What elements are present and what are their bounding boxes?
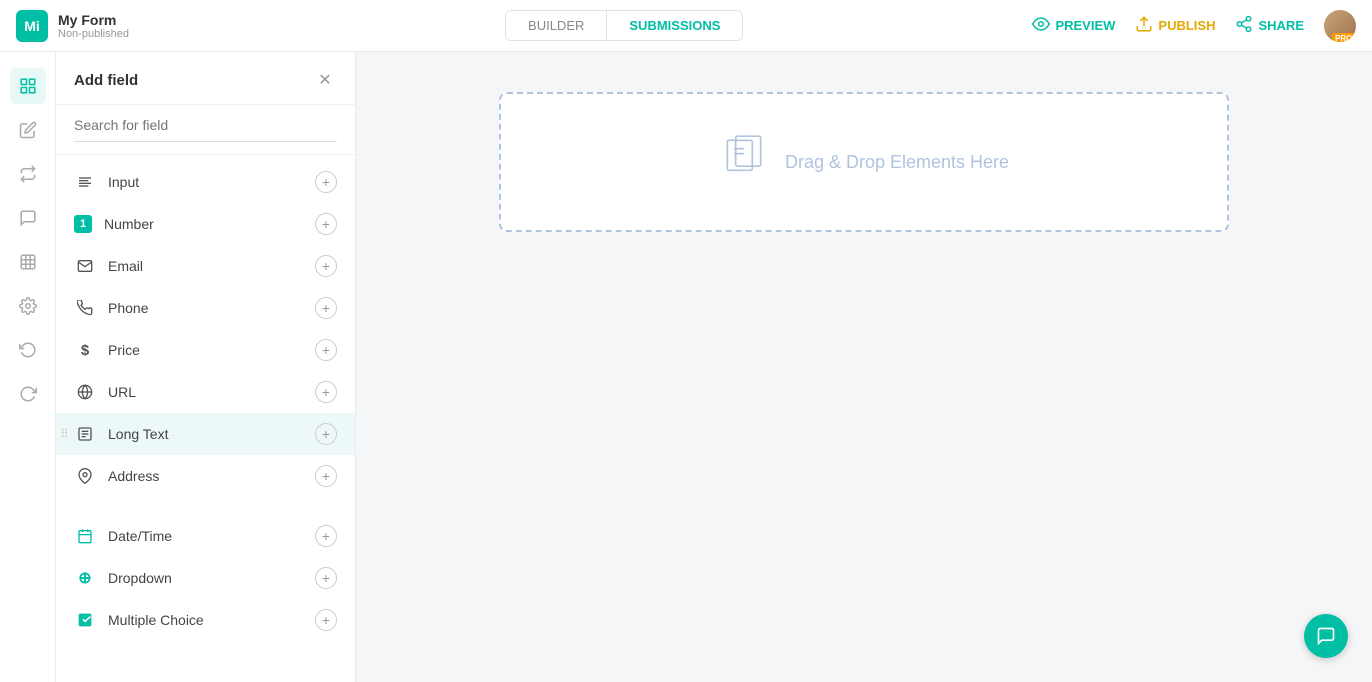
tab-submissions[interactable]: SUBMISSIONS xyxy=(607,11,742,40)
field-item-price[interactable]: $ Price + xyxy=(56,329,355,371)
nav-center: BUILDER SUBMISSIONS xyxy=(216,10,1032,41)
field-label-input: Input xyxy=(108,174,315,190)
app-logo: Mi xyxy=(16,10,48,42)
field-icon-email xyxy=(74,255,96,277)
drop-zone-text: Drag & Drop Elements Here xyxy=(785,152,1009,173)
add-longtext-button[interactable]: + xyxy=(315,423,337,445)
publish-button[interactable]: PUBLISH xyxy=(1135,15,1215,36)
panel-title: Add field xyxy=(74,72,138,89)
chat-button[interactable] xyxy=(1304,614,1348,658)
form-title: My Form xyxy=(58,12,129,28)
sidebar-icons xyxy=(0,52,56,682)
share-icon xyxy=(1235,15,1253,36)
sidebar-icon-settings[interactable] xyxy=(10,288,46,324)
main-layout: Add field ✕ Input + 1 Number xyxy=(0,52,1372,682)
add-input-button[interactable]: + xyxy=(315,171,337,193)
drag-handle-icon: ⠿ xyxy=(60,427,69,441)
search-area xyxy=(56,105,355,155)
sidebar-icon-undo[interactable] xyxy=(10,332,46,368)
sidebar-icon-edit[interactable] xyxy=(10,112,46,148)
close-panel-button[interactable]: ✕ xyxy=(313,68,337,92)
main-content: Drag & Drop Elements Here xyxy=(356,52,1372,682)
share-button[interactable]: SHARE xyxy=(1235,15,1304,36)
sidebar-icon-grid[interactable] xyxy=(10,244,46,280)
field-item-phone[interactable]: Phone + xyxy=(56,287,355,329)
preview-label: PREVIEW xyxy=(1055,18,1115,33)
search-underline xyxy=(74,141,337,142)
field-item-dropdown[interactable]: ⊕ Dropdown + xyxy=(56,557,355,599)
add-dropdown-button[interactable]: + xyxy=(315,567,337,589)
publish-icon xyxy=(1135,15,1153,36)
field-label-datetime: Date/Time xyxy=(108,528,315,544)
sidebar-icon-message[interactable] xyxy=(10,200,46,236)
field-label-price: Price xyxy=(108,342,315,358)
add-url-button[interactable]: + xyxy=(315,381,337,403)
tab-switcher: BUILDER SUBMISSIONS xyxy=(505,10,743,41)
share-label: SHARE xyxy=(1258,18,1304,33)
sidebar-icon-arrows[interactable] xyxy=(10,156,46,192)
field-label-url: URL xyxy=(108,384,315,400)
add-email-button[interactable]: + xyxy=(315,255,337,277)
add-multiplechoice-button[interactable]: + xyxy=(315,609,337,631)
add-phone-button[interactable]: + xyxy=(315,297,337,319)
eye-icon xyxy=(1032,15,1050,36)
add-address-button[interactable]: + xyxy=(315,465,337,487)
nav-right: PREVIEW PUBLISH SHARE xyxy=(1032,10,1356,42)
field-item-input[interactable]: Input + xyxy=(56,161,355,203)
drop-zone[interactable]: Drag & Drop Elements Here xyxy=(499,92,1229,232)
drop-icon xyxy=(719,132,769,192)
field-icon-multiplechoice xyxy=(74,609,96,631)
field-label-multiplechoice: Multiple Choice xyxy=(108,612,315,628)
form-status: Non-published xyxy=(58,28,129,40)
field-item-address[interactable]: Address + xyxy=(56,455,355,497)
top-nav: Mi My Form Non-published BUILDER SUBMISS… xyxy=(0,0,1372,52)
field-item-url[interactable]: URL + xyxy=(56,371,355,413)
panel-header: Add field ✕ xyxy=(56,52,355,105)
field-label-longtext: Long Text xyxy=(108,426,315,442)
field-item-longtext[interactable]: ⠿ Long Text + xyxy=(56,413,355,455)
fields-list: Input + 1 Number + Email + xyxy=(56,155,355,682)
field-icon-datetime xyxy=(74,525,96,547)
field-label-email: Email xyxy=(108,258,315,274)
add-price-button[interactable]: + xyxy=(315,339,337,361)
field-label-address: Address xyxy=(108,468,315,484)
preview-button[interactable]: PREVIEW xyxy=(1032,15,1115,36)
field-label-dropdown: Dropdown xyxy=(108,570,315,586)
field-item-multiplechoice[interactable]: Multiple Choice + xyxy=(56,599,355,641)
user-avatar[interactable]: PRO+ xyxy=(1324,10,1356,42)
tab-builder[interactable]: BUILDER xyxy=(506,11,607,40)
field-icon-longtext xyxy=(74,423,96,445)
sidebar-icon-redo[interactable] xyxy=(10,376,46,412)
field-label-number: Number xyxy=(104,216,315,232)
field-item-number[interactable]: 1 Number + xyxy=(56,203,355,245)
add-datetime-button[interactable]: + xyxy=(315,525,337,547)
section-gap-1 xyxy=(56,497,355,515)
search-field-input[interactable] xyxy=(74,117,337,133)
pro-badge: PRO+ xyxy=(1332,33,1356,42)
field-item-email[interactable]: Email + xyxy=(56,245,355,287)
field-icon-dropdown: ⊕ xyxy=(74,567,96,589)
field-icon-address xyxy=(74,465,96,487)
sidebar-icon-fields[interactable] xyxy=(10,68,46,104)
field-icon-input xyxy=(74,171,96,193)
field-icon-number: 1 xyxy=(74,215,92,233)
form-info: My Form Non-published xyxy=(58,12,129,40)
field-icon-url xyxy=(74,381,96,403)
add-field-panel: Add field ✕ Input + 1 Number xyxy=(56,52,356,682)
add-number-button[interactable]: + xyxy=(315,213,337,235)
publish-label: PUBLISH xyxy=(1158,18,1215,33)
field-label-phone: Phone xyxy=(108,300,315,316)
logo-area: Mi My Form Non-published xyxy=(16,10,216,42)
field-icon-phone xyxy=(74,297,96,319)
field-icon-price: $ xyxy=(74,339,96,361)
field-item-datetime[interactable]: Date/Time + xyxy=(56,515,355,557)
